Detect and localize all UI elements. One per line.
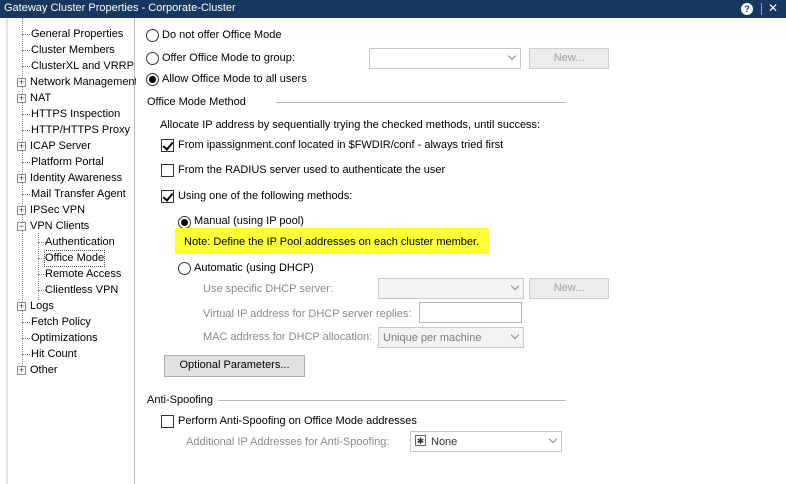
title-bar: Gateway Cluster Properties - Corporate-C… xyxy=(0,0,786,18)
label-offer-to-group: Offer Office Mode to group: xyxy=(162,52,295,64)
expand-plus-icon[interactable]: + xyxy=(17,94,26,103)
dhcp-new-button[interactable]: New... xyxy=(529,278,609,299)
collapse-minus-icon[interactable]: − xyxy=(17,222,26,231)
group-select[interactable] xyxy=(369,48,521,69)
radio-offer-to-group[interactable] xyxy=(146,52,159,65)
expand-plus-icon[interactable]: + xyxy=(17,78,26,87)
optional-parameters-button[interactable]: Optional Parameters... xyxy=(164,355,305,377)
label-radius: From the RADIUS server used to authentic… xyxy=(178,164,446,176)
radio-allow-all-users[interactable] xyxy=(146,73,159,86)
navigation-tree: General Properties Cluster Members Clust… xyxy=(0,18,138,484)
any-object-icon: ✱ xyxy=(415,435,426,446)
label-mac-address: MAC address for DHCP allocation: xyxy=(203,331,373,343)
checkbox-radius[interactable] xyxy=(161,164,174,177)
office-mode-panel: Do not offer Office Mode Offer Office Mo… xyxy=(136,18,786,484)
chevron-down-icon xyxy=(548,434,558,444)
radio-automatic-dhcp[interactable] xyxy=(178,262,191,275)
expand-plus-icon[interactable]: + xyxy=(17,206,26,215)
ip-pool-note: Note: Define the IP Pool addresses on ea… xyxy=(184,236,480,248)
label-dhcp-server: Use specific DHCP server: xyxy=(203,283,333,295)
group-divider xyxy=(276,102,566,103)
group-divider xyxy=(218,400,566,401)
additional-ips-select[interactable]: ✱ None xyxy=(410,431,562,452)
expand-plus-icon[interactable]: + xyxy=(17,174,26,183)
expand-plus-icon[interactable]: + xyxy=(17,142,26,151)
checkbox-using-methods[interactable] xyxy=(161,190,174,203)
chevron-down-icon xyxy=(510,281,520,291)
dhcp-server-select[interactable] xyxy=(378,278,524,299)
label-using-methods: Using one of the following methods: xyxy=(178,190,353,202)
label-additional-ips: Additional IP Addresses for Anti-Spoofin… xyxy=(186,436,390,448)
label-anti-spoofing: Perform Anti-Spoofing on Office Mode add… xyxy=(178,415,417,427)
window-title: Gateway Cluster Properties - Corporate-C… xyxy=(4,2,236,14)
radio-do-not-offer[interactable] xyxy=(146,29,159,42)
label-ipassignment: From ipassignment.conf located in $FWDIR… xyxy=(178,139,504,151)
checkbox-ipassignment[interactable] xyxy=(161,139,174,152)
label-allow-all-users: Allow Office Mode to all users xyxy=(162,73,307,85)
title-separator xyxy=(761,3,762,15)
allocate-intro-text: Allocate IP address by sequentially tryi… xyxy=(160,119,541,131)
anti-spoofing-title: Anti-Spoofing xyxy=(147,394,214,406)
chevron-down-icon xyxy=(507,51,517,61)
label-manual-ip-pool: Manual (using IP pool) xyxy=(194,215,304,227)
label-virtual-ip: Virtual IP address for DHCP server repli… xyxy=(203,308,412,320)
virtual-ip-input[interactable] xyxy=(419,302,522,323)
label-automatic-dhcp: Automatic (using DHCP) xyxy=(194,262,314,274)
group-new-button[interactable]: New... xyxy=(529,48,609,69)
tree-frame xyxy=(6,18,8,484)
label-do-not-offer: Do not offer Office Mode xyxy=(162,29,282,41)
close-icon[interactable]: ✕ xyxy=(768,1,778,15)
help-icon[interactable]: ? xyxy=(741,3,753,15)
mac-address-select[interactable]: Unique per machine xyxy=(378,327,524,348)
office-mode-method-title: Office Mode Method xyxy=(147,96,246,108)
expand-plus-icon[interactable]: + xyxy=(17,366,26,375)
expand-plus-icon[interactable]: + xyxy=(17,302,26,311)
chevron-down-icon xyxy=(510,330,520,340)
checkbox-anti-spoofing[interactable] xyxy=(161,415,174,428)
